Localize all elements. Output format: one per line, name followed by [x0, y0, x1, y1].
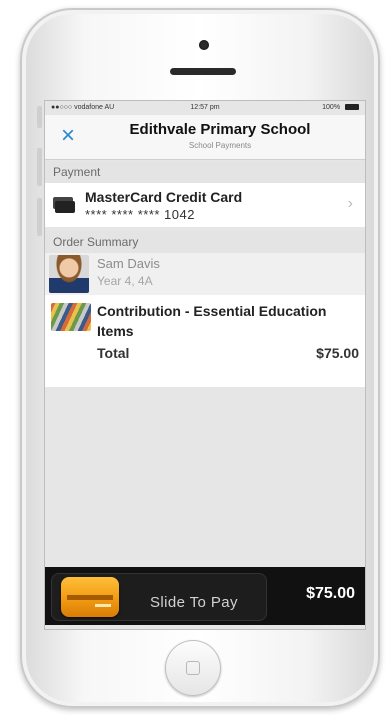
card-number: **** **** **** 1042: [85, 207, 195, 222]
status-bar: ●●○○○ vodafone AU 12:57 pm 100%: [45, 101, 365, 115]
home-button[interactable]: [165, 640, 221, 696]
chevron-right-icon: ›: [347, 195, 353, 212]
item-title: Contribution - Essential Education Items: [97, 303, 327, 339]
credit-card-icon: [53, 197, 75, 213]
total-value: $75.00: [316, 345, 359, 361]
order-item-row: Contribution - Essential Education Items…: [45, 295, 365, 387]
volume-up-button: [37, 148, 42, 186]
volume-down-button: [37, 198, 42, 236]
slide-to-pay-handle[interactable]: [61, 577, 119, 617]
navigation-bar: × Edithvale Primary School School Paymen…: [45, 115, 365, 160]
payment-method-row[interactable]: MasterCard Credit Card **** **** **** 10…: [45, 183, 365, 227]
card-name: MasterCard Credit Card: [85, 189, 243, 205]
battery-percent: 100%: [322, 104, 341, 111]
phone-screen: ●●○○○ vodafone AU 12:57 pm 100% × Edithv…: [44, 100, 366, 630]
student-class: Year 4, 4A: [97, 274, 153, 288]
payment-section-header: Payment: [45, 161, 365, 183]
battery-status: 100%: [322, 101, 359, 115]
page-title: Edithvale Primary School: [129, 121, 311, 138]
home-square-icon: [186, 661, 200, 675]
total-label: Total: [97, 345, 130, 361]
pay-amount: $75.00: [306, 585, 355, 602]
pay-bar: Slide To Pay $75.00: [45, 567, 365, 625]
battery-icon: [345, 104, 359, 111]
earpiece-speaker: [170, 68, 236, 75]
mute-switch: [37, 106, 42, 128]
item-thumbnail: [51, 303, 91, 331]
page-subtitle: School Payments: [188, 141, 252, 150]
student-name: Sam Davis: [97, 256, 160, 271]
slide-to-pay-label: Slide To Pay: [150, 594, 238, 611]
close-button[interactable]: ×: [55, 123, 81, 149]
student-row: Sam Davis Year 4, 4A: [45, 253, 365, 295]
status-time: 12:57 pm: [190, 104, 220, 111]
front-camera: [199, 40, 209, 50]
order-summary-header: Order Summary: [45, 231, 365, 253]
student-avatar: [49, 255, 89, 293]
